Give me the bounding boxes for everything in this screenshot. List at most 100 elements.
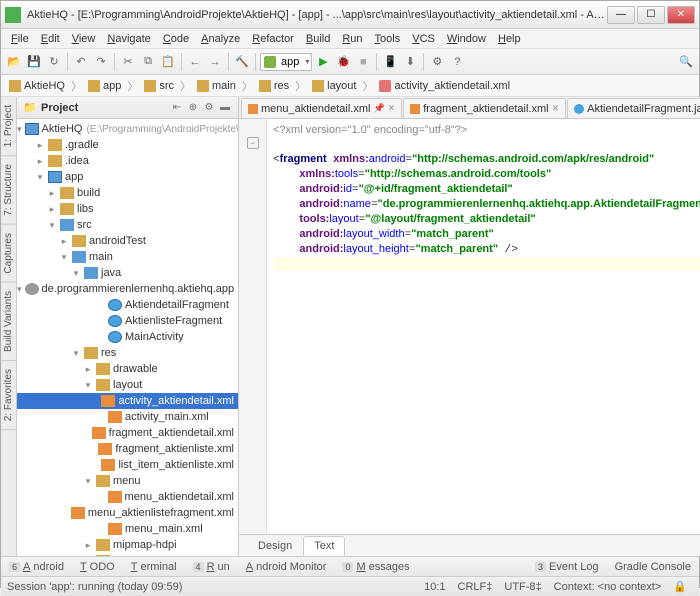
editor-tab[interactable]: fragment_aktiendetail.xml✕ [403,98,566,118]
tree-toggle-icon[interactable]: ▸ [47,188,57,199]
tree-toggle-icon[interactable]: ▸ [35,156,45,167]
tree-toggle-icon[interactable]: ▸ [83,540,93,551]
breadcrumb-item[interactable]: AktieHQ [5,78,69,94]
bottom-tool-button[interactable]: 4 Run [189,559,234,575]
run-icon[interactable]: ▶ [314,53,332,71]
tree-row[interactable]: ▾menu [17,473,238,489]
editor-tab[interactable]: AktiendetailFragment.java✕ [567,98,700,118]
tree-row[interactable]: activity_aktiendetail.xml [17,393,238,409]
tree-toggle-icon[interactable]: ▾ [35,172,45,183]
tree-toggle-icon[interactable]: ▸ [59,236,69,247]
tree-toggle-icon[interactable]: ▸ [83,364,93,375]
rail-tab[interactable]: Build Variants [1,283,16,361]
breadcrumb-item[interactable]: app [84,78,125,94]
menu-refactor[interactable]: Refactor [246,31,300,47]
fold-icon[interactable]: − [247,137,259,149]
tree-toggle-icon[interactable]: ▾ [71,268,81,279]
sync-icon[interactable]: ↻ [45,53,63,71]
rail-tab[interactable]: 1: Project [1,97,16,156]
close-tab-icon[interactable]: ✕ [388,103,396,114]
tree-row[interactable]: fragment_aktiendetail.xml [17,425,238,441]
avd-icon[interactable]: 📱 [381,53,399,71]
menu-vcs[interactable]: VCS [406,31,441,47]
tree-row[interactable]: AktiendetailFragment [17,297,238,313]
close-button[interactable]: ✕ [667,6,695,24]
breadcrumb-item[interactable]: activity_aktiendetail.xml [375,78,514,94]
tree-row[interactable]: list_item_aktienliste.xml [17,457,238,473]
tree-row[interactable]: ▸androidTest [17,233,238,249]
run-config-combo[interactable]: app [260,53,312,71]
menu-help[interactable]: Help [492,31,527,47]
search-icon[interactable]: 🔍 [677,53,695,71]
tree-toggle-icon[interactable]: ▾ [47,220,57,231]
tree-toggle-icon[interactable]: ▸ [47,204,57,215]
tree-row[interactable]: AktienlisteFragment [17,313,238,329]
bottom-tool-button[interactable]: TODO [76,559,119,575]
tree-row[interactable]: menu_aktiendetail.xml [17,489,238,505]
menu-navigate[interactable]: Navigate [101,31,156,47]
tree-row[interactable]: ▾AktieHQ(E:\Programming\AndroidProjekte\… [17,121,238,137]
tree-row[interactable]: ▸.idea [17,153,238,169]
cut-icon[interactable]: ✂ [119,53,137,71]
tree-row[interactable]: ▾res [17,345,238,361]
tree-toggle-icon[interactable]: ▸ [35,140,45,151]
rail-tab[interactable]: 7: Structure [1,156,16,225]
redo-icon[interactable]: ↷ [92,53,110,71]
hide-icon[interactable]: ▬ [218,101,232,115]
menu-build[interactable]: Build [300,31,336,47]
tree-toggle-icon[interactable]: ▸ [83,556,93,557]
tree-row[interactable]: fragment_aktienliste.xml [17,441,238,457]
open-icon[interactable]: 📂 [5,53,23,71]
target-icon[interactable]: ⊕ [186,101,200,115]
breadcrumb-item[interactable]: src [140,78,178,94]
tree-row[interactable]: MainActivity [17,329,238,345]
paste-icon[interactable]: 📋 [159,53,177,71]
tree-toggle-icon[interactable]: ▾ [83,380,93,391]
tree-row[interactable]: ▸drawable [17,361,238,377]
gear-icon[interactable]: ⚙ [202,101,216,115]
design-tab-text[interactable]: Text [303,536,345,556]
tree-toggle-icon[interactable]: ▾ [83,476,93,487]
file-encoding[interactable]: UTF-8‡ [498,581,547,593]
menu-tools[interactable]: Tools [369,31,407,47]
menu-view[interactable]: View [66,31,102,47]
tree-row[interactable]: ▾src [17,217,238,233]
tree-row[interactable]: ▸build [17,185,238,201]
code-editor[interactable]: <?xml version="1.0" encoding="utf-8"?> <… [267,119,700,534]
undo-icon[interactable]: ↶ [72,53,90,71]
lock-icon[interactable]: 🔒 [667,580,693,593]
tree-row[interactable]: ▾app [17,169,238,185]
tree-row[interactable]: menu_main.xml [17,521,238,537]
menu-file[interactable]: File [5,31,35,47]
pin-icon[interactable]: 📌 [373,103,384,114]
rail-tab[interactable]: Captures [1,225,16,283]
forward-icon[interactable]: → [206,53,224,71]
menu-edit[interactable]: Edit [35,31,66,47]
breadcrumb-item[interactable]: layout [308,78,360,94]
back-icon[interactable]: ← [186,53,204,71]
maximize-button[interactable]: ☐ [637,6,665,24]
sdk-icon[interactable]: ⬇ [401,53,419,71]
tree-row[interactable]: ▾layout [17,377,238,393]
tree-row[interactable]: ▾java [17,265,238,281]
menu-run[interactable]: Run [336,31,368,47]
bottom-tool-button[interactable]: 0 Messages [338,559,413,575]
design-tab-design[interactable]: Design [247,536,303,556]
tree-toggle-icon[interactable]: ▾ [71,348,81,359]
bottom-tool-button[interactable]: Gradle Console [611,559,695,575]
tree-row[interactable]: ▸mipmap-hdpi [17,537,238,553]
breadcrumb-item[interactable]: main [193,78,240,94]
tree-row[interactable]: ▸.gradle [17,137,238,153]
breadcrumb-item[interactable]: res [255,78,293,94]
tree-row[interactable]: ▸mipmap-mdpi [17,553,238,556]
bottom-tool-button[interactable]: 6 Android [5,559,68,575]
minimize-button[interactable]: — [607,6,635,24]
tree-toggle-icon[interactable]: ▾ [17,284,22,295]
tree-row[interactable]: activity_main.xml [17,409,238,425]
menu-code[interactable]: Code [157,31,195,47]
bottom-tool-button[interactable]: Android Monitor [242,559,331,575]
save-icon[interactable]: 💾 [25,53,43,71]
tree-row[interactable]: menu_aktienlistefragment.xml [17,505,238,521]
editor-tab[interactable]: menu_aktiendetail.xml📌✕ [241,98,402,118]
tree-row[interactable]: ▸libs [17,201,238,217]
